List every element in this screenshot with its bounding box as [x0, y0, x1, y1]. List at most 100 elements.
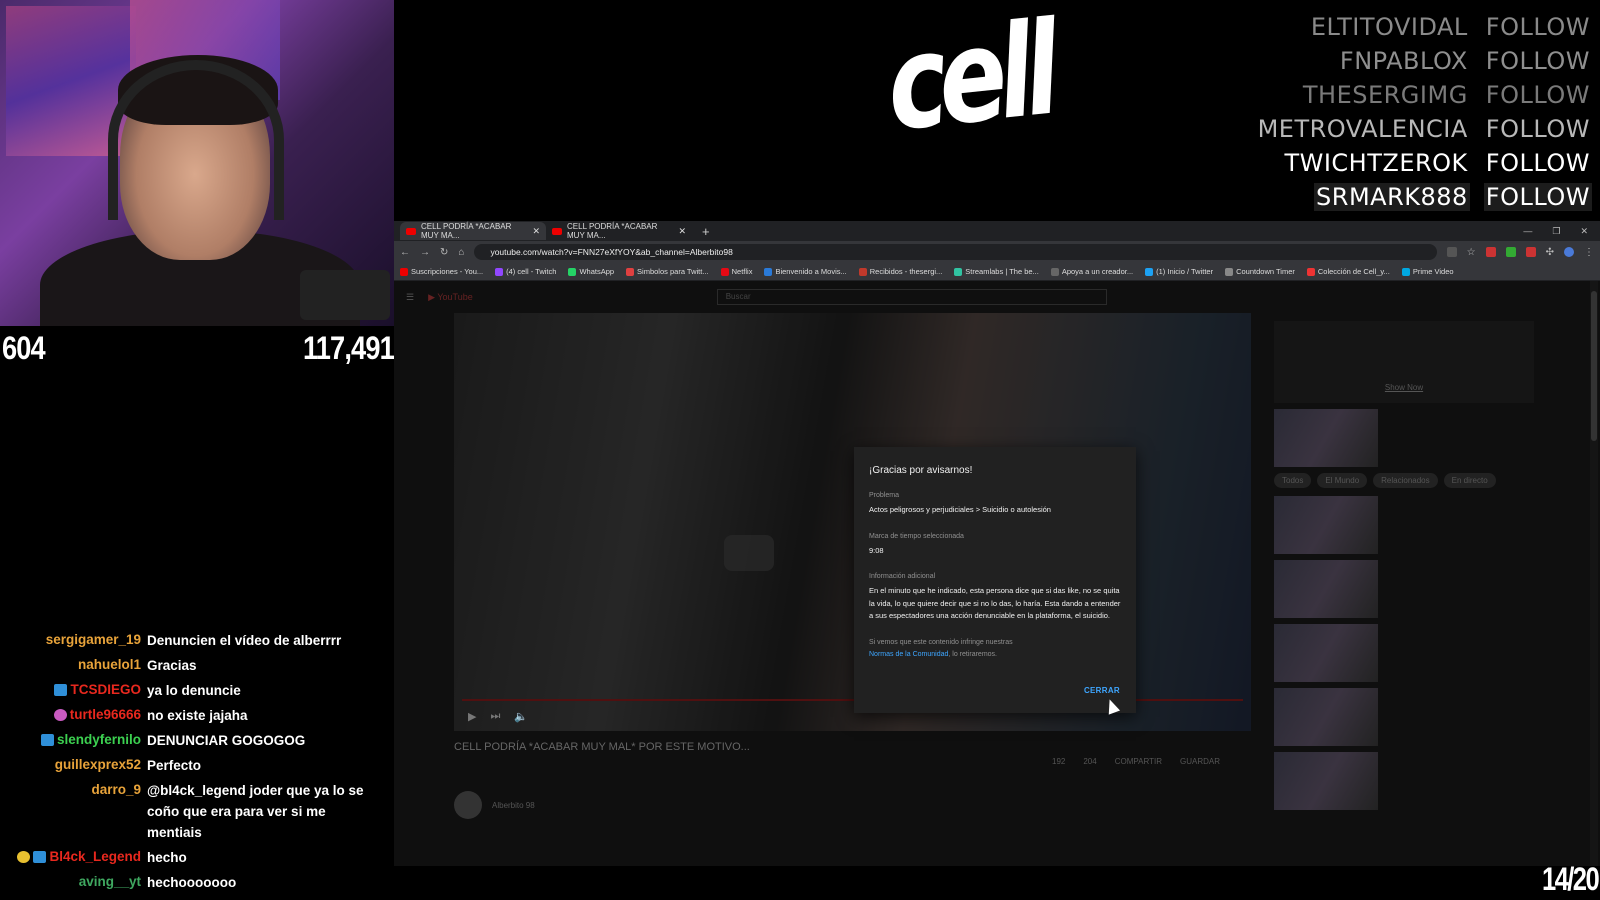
- bookmark-label: Suscripciones - You...: [411, 267, 484, 276]
- bookmark-item[interactable]: Suscripciones - You...: [400, 267, 483, 276]
- chat-username[interactable]: guillexprex52: [55, 757, 141, 773]
- new-tab-button[interactable]: +: [702, 224, 710, 239]
- tab-label: CELL PODRÍA *ACABAR MUY MA...: [421, 222, 512, 240]
- chat-username[interactable]: Bl4ck_Legend: [49, 849, 141, 865]
- maximize-icon[interactable]: ❐: [1552, 226, 1560, 237]
- save-button[interactable]: GUARDAR: [1180, 757, 1220, 766]
- close-window-icon[interactable]: ✕: [1580, 226, 1588, 237]
- chat-text: Gracias: [147, 658, 197, 673]
- related-video[interactable]: [1274, 496, 1534, 554]
- dislike-button[interactable]: 204: [1083, 757, 1096, 766]
- next-icon[interactable]: ⏭: [490, 710, 500, 723]
- follow-label: FOLLOW: [1485, 149, 1590, 177]
- like-button[interactable]: 192: [1052, 757, 1065, 766]
- bookmark-item[interactable]: Recibidos - thesergi...: [858, 267, 942, 276]
- star-icon[interactable]: ☆: [1467, 247, 1476, 258]
- chip[interactable]: Todos: [1274, 473, 1312, 488]
- play-icon[interactable]: ▶: [468, 710, 476, 723]
- chat-username[interactable]: aving__yt: [79, 874, 141, 890]
- follower-name: FNPABLOX: [1339, 47, 1468, 75]
- youtube-logo[interactable]: ▶ YouTube: [428, 292, 473, 303]
- bookmark-item[interactable]: Apoya a un creador...: [1050, 267, 1133, 276]
- follow-label: FOLLOW: [1485, 81, 1590, 109]
- close-icon[interactable]: ✕: [678, 226, 686, 237]
- url-input[interactable]: youtube.com/watch?v=FNN27eXfYOY&ab_chann…: [474, 244, 1437, 260]
- chat-message: TCSDIEGO ya lo denuncie: [0, 682, 394, 701]
- bookmark-item[interactable]: Colección de Cell_y...: [1306, 267, 1390, 276]
- back-icon[interactable]: ←: [400, 247, 410, 258]
- forward-icon[interactable]: →: [420, 247, 430, 258]
- chat-username[interactable]: sergigamer_19: [46, 632, 141, 648]
- extension-icon[interactable]: [1485, 246, 1496, 257]
- chip[interactable]: El Mundo: [1317, 473, 1368, 488]
- recent-follows-list: ELTITOVIDAL FOLLOW FNPABLOX FOLLOW THESERGIM…: [1256, 10, 1592, 214]
- scrollbar[interactable]: [1590, 281, 1598, 866]
- bookmark-item[interactable]: (4) cell - Twitch: [495, 267, 556, 276]
- avatar[interactable]: [1564, 246, 1574, 257]
- puzzle-icon[interactable]: ✣: [1546, 247, 1554, 258]
- chat-username[interactable]: darro_9: [91, 782, 141, 798]
- follower-name: THESERGIMG: [1302, 81, 1468, 109]
- related-video[interactable]: [1274, 560, 1534, 618]
- chip[interactable]: En directo: [1443, 473, 1496, 488]
- chat-text: hechooooooo: [147, 875, 237, 890]
- search-input[interactable]: Buscar: [716, 289, 1107, 305]
- chat-username[interactable]: turtle96666: [70, 707, 141, 723]
- volume-icon[interactable]: 🔈: [514, 710, 528, 723]
- chat-text: DENUNCIAR GOGOGOG: [147, 733, 306, 748]
- browser-tab[interactable]: CELL PODRÍA *ACABAR MUY MA... ✕: [400, 222, 546, 240]
- related-video[interactable]: [1274, 752, 1534, 810]
- bookmark-item[interactable]: (1) Inicio / Twitter: [1145, 267, 1213, 276]
- related-video[interactable]: [1274, 409, 1534, 467]
- bookmark-item[interactable]: Streamlabs | The be...: [954, 267, 1039, 276]
- related-video[interactable]: [1274, 688, 1534, 746]
- channel-name[interactable]: Alberbito 98: [492, 801, 535, 810]
- related-video[interactable]: [1274, 624, 1534, 682]
- bookmark-icon: [1401, 267, 1410, 276]
- bookmark-item[interactable]: Countdown Timer: [1225, 267, 1295, 276]
- bookmark-label: (4) cell - Twitch: [506, 267, 557, 276]
- home-icon[interactable]: ⌂: [458, 247, 464, 258]
- bookmark-item[interactable]: WhatsApp: [568, 267, 614, 276]
- play-icon[interactable]: [724, 535, 774, 571]
- bookmark-item[interactable]: Prime Video: [1401, 267, 1454, 276]
- channel-avatar[interactable]: [454, 791, 482, 819]
- reload-icon[interactable]: ↻: [440, 247, 448, 258]
- channel-logo: cell: [880, 0, 1059, 161]
- chat-username[interactable]: TCSDIEGO: [70, 682, 141, 698]
- bookmark-item[interactable]: Bienvenido a Movis...: [764, 267, 847, 276]
- webcam-feed: [0, 0, 394, 326]
- bookmarks-bar: Suscripciones - You... (4) cell - Twitch W…: [394, 263, 1600, 281]
- extension-icon[interactable]: [1505, 246, 1516, 257]
- extension-icon[interactable]: [1525, 246, 1536, 257]
- follow-entry: SRMARK888 FOLLOW: [1256, 180, 1592, 214]
- browser-tab[interactable]: CELL PODRÍA *ACABAR MUY MA... ✕: [546, 222, 692, 240]
- chat-username[interactable]: slendyfernilo: [57, 732, 141, 748]
- bookmark-label: Simbolos para Twitt...: [637, 267, 709, 276]
- minimize-icon[interactable]: —: [1523, 226, 1532, 237]
- ad-box: Show Now: [1274, 321, 1534, 403]
- community-guidelines-link[interactable]: Normas de la Comunidad: [869, 651, 948, 658]
- chat-message: Bl4ck_Legend hecho: [0, 849, 394, 868]
- bookmark-item[interactable]: Simbolos para Twitt...: [626, 267, 709, 276]
- close-icon[interactable]: ✕: [532, 226, 540, 237]
- hamburger-icon[interactable]: ☰: [406, 292, 414, 303]
- menu-icon[interactable]: ⋮: [1584, 247, 1594, 258]
- show-now-link[interactable]: Show Now: [1284, 383, 1524, 392]
- chat-username[interactable]: nahuelol1: [78, 657, 141, 673]
- chip[interactable]: Relacionados: [1373, 473, 1438, 488]
- address-bar: ← → ↻ ⌂ youtube.com/watch?v=FNN27eXfYOY&…: [394, 241, 1600, 263]
- chat-text: Denuncien el vídeo de alberrrr: [147, 633, 342, 648]
- follower-name: TWICHTZEROK: [1284, 149, 1468, 177]
- note-text: Si vemos que este contenido infringe nue…: [869, 638, 1013, 646]
- follow-entry: THESERGIMG FOLLOW: [1256, 78, 1592, 112]
- download-icon[interactable]: [1446, 246, 1457, 257]
- close-button[interactable]: CERRAR: [1084, 686, 1120, 695]
- share-button[interactable]: COMPARTIR: [1115, 757, 1162, 766]
- bookmark-label: (1) Inicio / Twitter: [1156, 267, 1214, 276]
- follow-label: FOLLOW: [1485, 13, 1590, 41]
- chat-message: nahuelol1 Gracias: [0, 657, 394, 676]
- chat-text: no existe jajaha: [147, 708, 248, 723]
- chat-message: turtle96666 no existe jajaha: [0, 707, 394, 726]
- bookmark-item[interactable]: Netflix: [720, 267, 752, 276]
